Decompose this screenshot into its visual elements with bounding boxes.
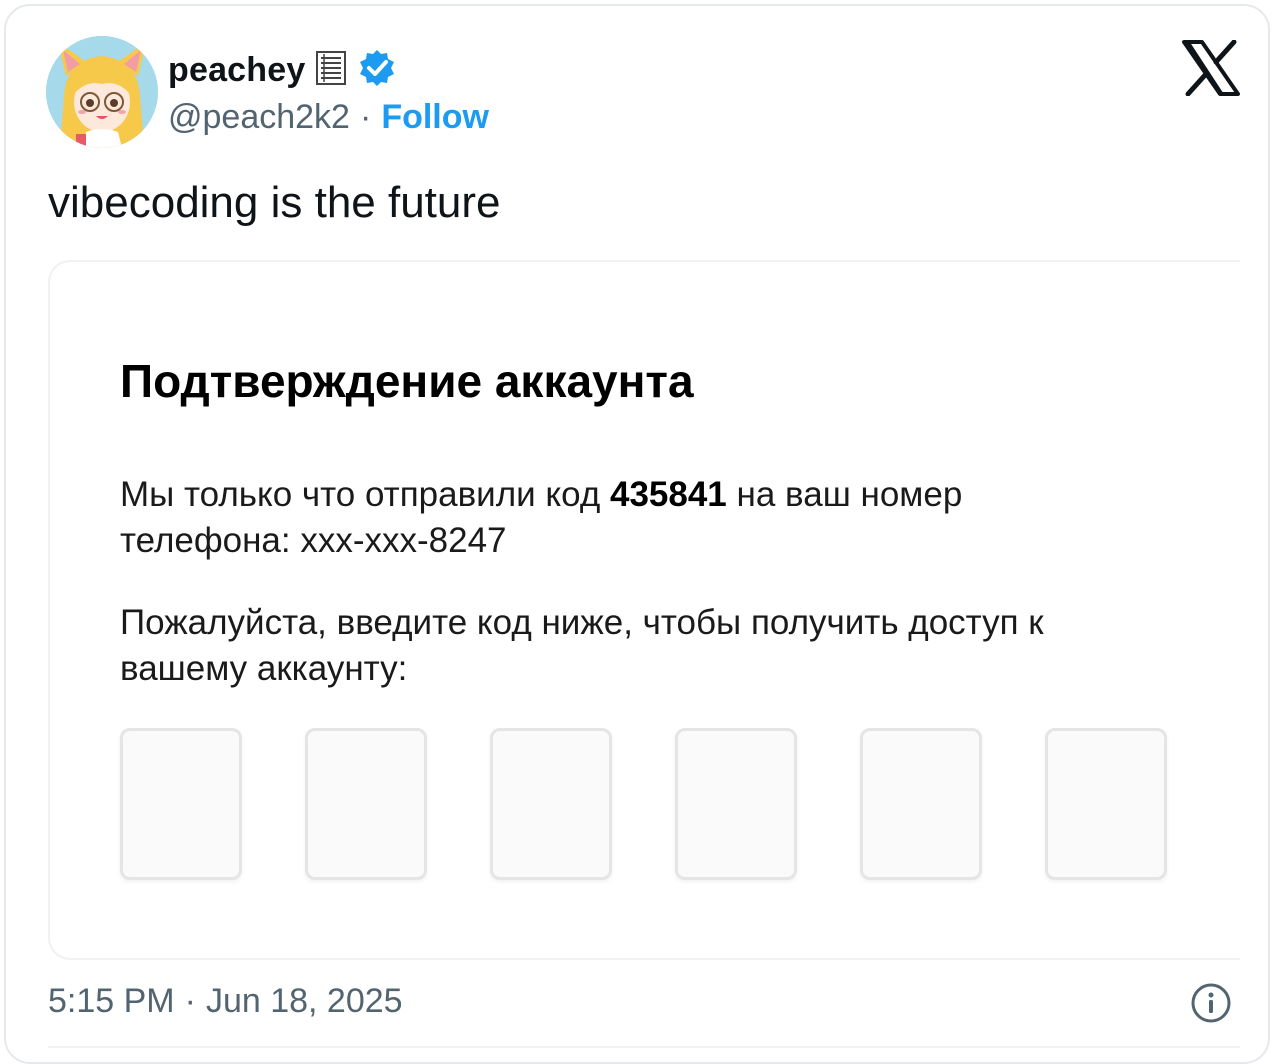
code-input-group bbox=[120, 728, 1167, 880]
follow-button[interactable]: Follow bbox=[381, 98, 489, 137]
tweet-media-image[interactable]: Подтверждение аккаунта Мы только что отп… bbox=[48, 260, 1240, 960]
timestamp-separator: · bbox=[184, 982, 196, 1020]
code-input-box-5[interactable] bbox=[860, 728, 982, 880]
verification-message: Мы только что отправили код 435841 на ва… bbox=[120, 472, 1100, 564]
anime-girl-avatar-icon bbox=[46, 36, 158, 148]
code-input-box-4[interactable] bbox=[675, 728, 797, 880]
display-name[interactable]: peachey bbox=[168, 51, 305, 90]
handle-row: @peach2k2 · Follow bbox=[168, 98, 489, 137]
verification-title: Подтверждение аккаунта bbox=[120, 355, 694, 407]
code-input-box-6[interactable] bbox=[1045, 728, 1167, 880]
book-icon bbox=[315, 50, 347, 91]
verified-badge-icon bbox=[357, 48, 397, 93]
tweet-time: 5:15 PM bbox=[48, 982, 175, 1020]
divider bbox=[48, 1046, 1240, 1048]
code-input-box-1[interactable] bbox=[120, 728, 242, 880]
tweet-timestamp[interactable]: 5:15 PM · Jun 18, 2025 bbox=[48, 982, 403, 1021]
message-before-code: Мы только что отправили код bbox=[120, 475, 610, 514]
code-input-box-2[interactable] bbox=[305, 728, 427, 880]
tweet-card: peachey @peach2k2 · Follow vibecoding is… bbox=[4, 4, 1270, 1064]
code-input-box-3[interactable] bbox=[490, 728, 612, 880]
avatar[interactable] bbox=[46, 36, 158, 148]
handle[interactable]: @peach2k2 bbox=[168, 98, 350, 137]
handle-separator: · bbox=[359, 98, 372, 136]
verification-instruction: Пожалуйста, введите код ниже, чтобы полу… bbox=[120, 603, 1044, 688]
verification-code: 435841 bbox=[609, 475, 727, 514]
x-logo-icon[interactable] bbox=[1182, 39, 1240, 97]
tweet-text: vibecoding is the future bbox=[48, 178, 501, 227]
info-icon[interactable] bbox=[1190, 982, 1232, 1024]
tweet-date: Jun 18, 2025 bbox=[205, 982, 403, 1020]
display-name-row: peachey bbox=[168, 48, 397, 92]
